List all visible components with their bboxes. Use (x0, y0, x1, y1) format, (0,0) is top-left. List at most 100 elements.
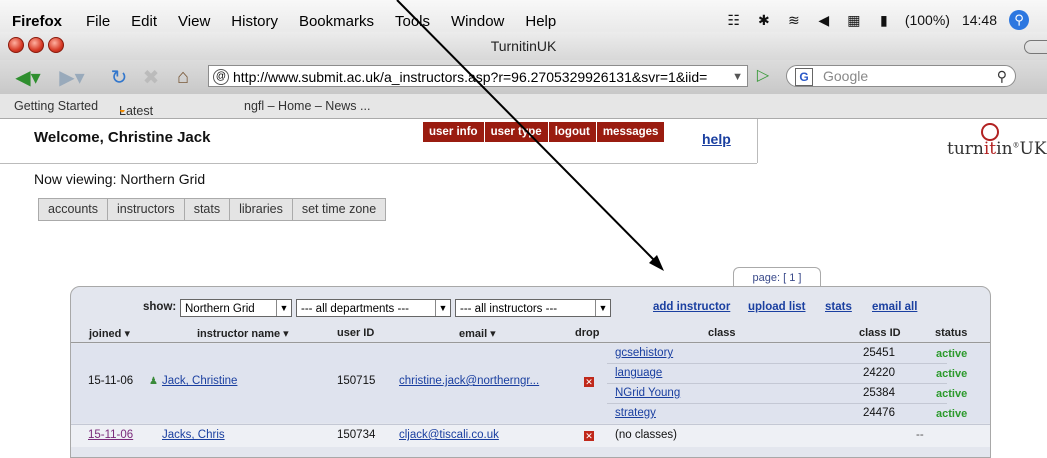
wifi-icon[interactable]: ≋ (785, 11, 803, 29)
email-link[interactable]: christine.jack@northerngr... (399, 375, 539, 387)
logo-part-2: it (983, 139, 997, 159)
logo-swirl-icon (981, 123, 999, 141)
class-link[interactable]: NGrid Young (615, 387, 680, 399)
col-email[interactable]: email ▾ (459, 327, 496, 340)
stop-button[interactable]: ✖ (138, 65, 164, 89)
status-badge: active (936, 388, 968, 400)
col-class-id: class ID (859, 327, 901, 339)
bookmark-getting-started[interactable]: Getting Started (14, 99, 98, 113)
class-link[interactable]: strategy (615, 407, 656, 419)
tab-stats[interactable]: stats (185, 199, 231, 220)
site-favicon-icon: @ (213, 69, 229, 85)
stop-icon: ✖ (142, 66, 160, 89)
back-button[interactable]: ◀▾ (8, 65, 48, 89)
tab-user-info[interactable]: user info (423, 122, 484, 142)
chevron-down-icon: ▼ (595, 300, 610, 316)
bookmarks-toolbar: Getting Started Latest Headlines ◒ ngfl … (0, 94, 1047, 132)
email-link[interactable]: cljack@tiscali.co.uk (399, 429, 499, 441)
tab-logout[interactable]: logout (548, 122, 596, 142)
menu-help[interactable]: Help (525, 13, 556, 30)
menu-view[interactable]: View (178, 13, 210, 30)
upload-list-link[interactable]: upload list (748, 301, 806, 313)
status-badge: active (936, 368, 968, 380)
grid-select[interactable]: Northern Grid ▼ (180, 299, 292, 317)
menu-bookmarks[interactable]: Bookmarks (299, 13, 374, 30)
forward-button[interactable]: ▶▾ (52, 65, 92, 89)
user-id: 150715 (337, 375, 376, 387)
bookmark-ngfl[interactable]: ngfl – Home – News ... (244, 99, 370, 113)
class-link[interactable]: language (615, 367, 662, 379)
welcome-text: Welcome, Christine Jack (34, 129, 211, 146)
home-button[interactable]: ⌂ (170, 65, 196, 89)
email-all-link[interactable]: email all (872, 301, 917, 313)
clock[interactable]: 14:48 (962, 12, 997, 28)
toolbar-toggle-button[interactable] (1024, 40, 1047, 54)
col-instructor-name[interactable]: instructor name ▾ (197, 327, 289, 340)
add-instructor-link[interactable]: add instructor (653, 301, 730, 313)
status-text: -- (916, 429, 924, 441)
admin-sub-tabs: accounts instructors stats libraries set… (38, 198, 387, 221)
battery-icon[interactable]: ▮ (875, 11, 893, 29)
drop-icon[interactable]: ✕ (584, 431, 594, 441)
no-classes-text: (no classes) (615, 429, 677, 441)
help-link[interactable]: help (702, 131, 731, 147)
address-bar[interactable]: @ http://www.submit.ac.uk/a_instructors.… (208, 65, 748, 87)
tab-set-time-zone[interactable]: set time zone (293, 199, 385, 220)
turnitin-page: Welcome, Christine Jack user info user t… (0, 119, 1047, 458)
chevron-down-icon: ▼ (276, 300, 291, 316)
flag-icon[interactable]: ▦ (845, 11, 863, 29)
instructor-select[interactable]: --- all instructors --- ▼ (455, 299, 611, 317)
app-menu[interactable]: Firefox (12, 13, 62, 30)
tab-accounts[interactable]: accounts (39, 199, 109, 220)
volume-icon[interactable]: ◀ (815, 11, 833, 29)
menu-tools[interactable]: Tools (395, 13, 430, 30)
pagination[interactable]: page: [ 1 ] (733, 267, 821, 288)
reload-icon: ↻ (110, 66, 128, 89)
col-drop: drop (575, 327, 600, 339)
tab-instructors[interactable]: instructors (108, 199, 185, 220)
google-icon[interactable]: G (795, 68, 813, 86)
navigation-toolbar: ◀▾ ▶▾ ↻ ✖ ⌂ @ http://www.submit.ac.uk/a_… (0, 60, 1047, 94)
class-link[interactable]: gcsehistory (615, 347, 673, 359)
tab-messages[interactable]: messages (596, 122, 665, 142)
menu-list: File Edit View History Bookmarks Tools Window H… (86, 13, 577, 30)
joined-date-link[interactable]: 15-11-06 (88, 429, 133, 441)
class-id: 25451 (863, 347, 895, 359)
stats-link[interactable]: stats (825, 301, 852, 313)
search-box[interactable]: G Google ⚲ (786, 65, 1016, 87)
menu-edit[interactable]: Edit (131, 13, 157, 30)
window-title: TurnitinUK (490, 38, 557, 54)
rss-icon: ◒ (119, 104, 126, 116)
go-button[interactable]: ▷ (752, 66, 774, 86)
tab-user-type[interactable]: user type (484, 122, 548, 142)
url-text: http://www.submit.ac.uk/a_instructors.as… (233, 69, 708, 85)
back-arrow-icon: ◀▾ (15, 66, 41, 89)
table-row: 15-11-06 Jacks, Chris 150734 cljack@tisc… (71, 424, 990, 447)
col-class: class (708, 327, 736, 339)
instructor-name-link[interactable]: Jacks, Chris (162, 429, 225, 441)
col-joined[interactable]: joined ▾ (89, 327, 130, 340)
department-select[interactable]: --- all departments --- ▼ (296, 299, 451, 317)
menu-window[interactable]: Window (451, 13, 504, 30)
spotlight-icon[interactable]: ⚲ (1009, 10, 1029, 30)
reload-button[interactable]: ↻ (106, 65, 132, 89)
menu-file[interactable]: File (86, 13, 110, 30)
search-icon[interactable]: ⚲ (997, 66, 1007, 86)
bluetooth-icon[interactable]: ✱ (755, 11, 773, 29)
grid-select-value: Northern Grid (185, 303, 255, 315)
window-titlebar: TurnitinUK (0, 32, 1047, 60)
user-id: 150734 (337, 429, 376, 441)
status-badge: active (936, 408, 968, 420)
col-user-id: user ID (337, 327, 375, 339)
script-icon[interactable]: ☷ (725, 11, 743, 29)
menu-history[interactable]: History (231, 13, 278, 30)
class-id: 24476 (863, 407, 895, 419)
tab-libraries[interactable]: libraries (230, 199, 293, 220)
instructor-name-link[interactable]: Jack, Christine (162, 375, 237, 387)
url-dropdown-icon[interactable]: ▼ (732, 66, 743, 86)
table-row: 15-11-06 ♟ Jack, Christine 150715 christ… (71, 344, 990, 423)
search-placeholder: Google (823, 68, 869, 84)
drop-icon[interactable]: ✕ (584, 377, 594, 387)
logo-part-4: UK (1019, 139, 1047, 159)
logo-part-1: turn (947, 139, 984, 159)
